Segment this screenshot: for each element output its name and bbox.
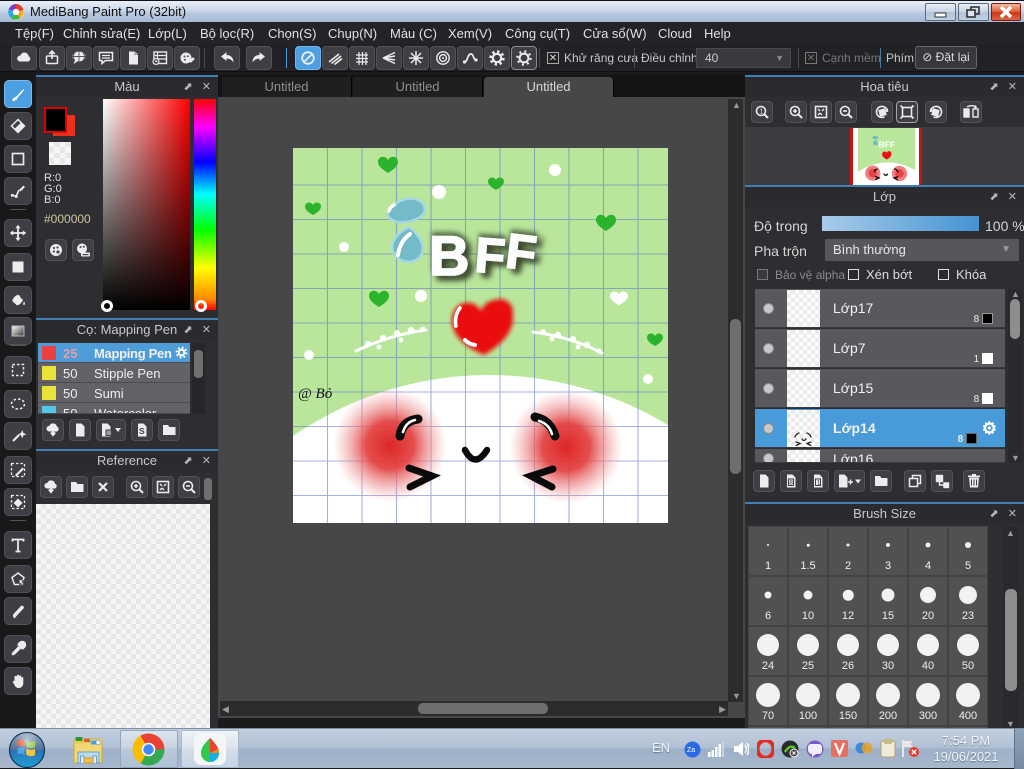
svg-text:Za: Za bbox=[687, 747, 695, 754]
svg-text:1: 1 bbox=[817, 480, 821, 487]
svg-text:S: S bbox=[139, 426, 145, 436]
svg-text:B: B bbox=[429, 224, 469, 287]
svg-text:F: F bbox=[473, 229, 507, 285]
svg-text:1: 1 bbox=[759, 109, 763, 116]
svg-text:BFF: BFF bbox=[879, 139, 896, 149]
svg-text:8: 8 bbox=[789, 480, 793, 487]
svg-text:@ Bỏ: @ Bỏ bbox=[298, 386, 333, 402]
